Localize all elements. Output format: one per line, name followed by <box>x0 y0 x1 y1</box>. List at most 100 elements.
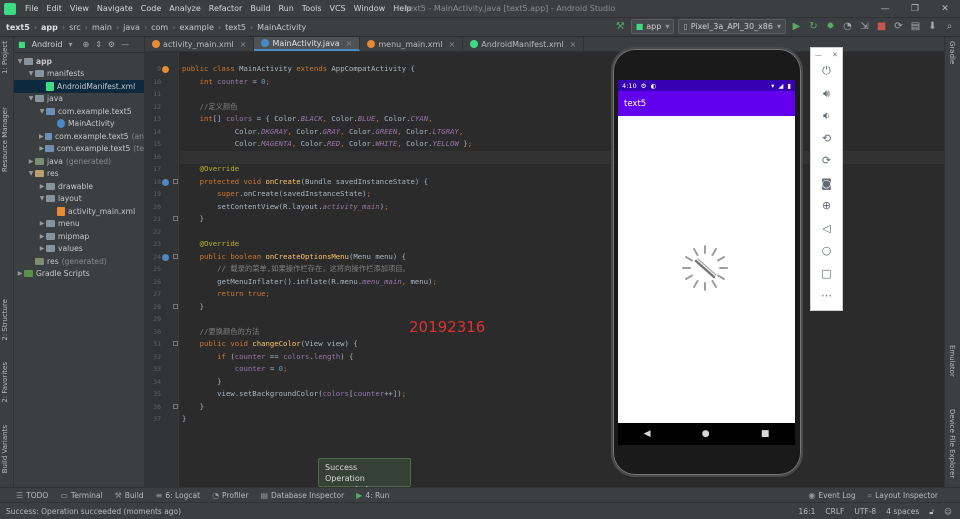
chevron-down-icon[interactable]: ▾ <box>69 40 73 49</box>
tree-item[interactable]: ▶ menu <box>14 218 144 231</box>
code-line[interactable]: if (counter == colors.length) { <box>182 351 353 364</box>
override-icon[interactable] <box>162 178 169 186</box>
home-icon[interactable]: ● <box>702 429 710 439</box>
breadcrumb-item[interactable]: example <box>177 23 215 32</box>
close-tab-icon[interactable]: × <box>449 40 456 49</box>
chevron-down-icon[interactable]: ▼ <box>27 70 35 77</box>
close-tab-icon[interactable]: × <box>570 40 577 49</box>
volume-down-icon[interactable]: 🔉︎ <box>811 105 842 128</box>
close-tab-icon[interactable]: × <box>240 40 247 49</box>
rotate-left-icon[interactable]: ⟲ <box>811 128 842 151</box>
minimize-icon[interactable]: — <box>815 51 822 60</box>
menu-navigate[interactable]: Navigate <box>93 4 137 13</box>
fold-marker-icon[interactable] <box>173 403 178 409</box>
code-line[interactable]: protected void onCreate(Bundle savedInst… <box>182 176 428 189</box>
tool-profiler[interactable]: ◔ Profiler <box>206 491 254 500</box>
code-line[interactable]: // 载录的菜单,如果操作栏存在，这将向操作栏添加项目。 <box>182 263 410 276</box>
minimize-icon[interactable]: — <box>870 0 900 18</box>
line-separator[interactable]: CRLF <box>825 507 844 516</box>
tree-item[interactable]: ▶ com.example.text5 (an <box>14 130 144 143</box>
run-config-select[interactable]: ■ app ▾ <box>630 19 675 34</box>
chevron-right-icon[interactable]: ▶ <box>38 245 46 252</box>
profile-icon[interactable]: ◔ <box>841 20 854 33</box>
run-icon[interactable]: ▶ <box>790 20 803 33</box>
emulator-screen[interactable]: 4:10 ⚙ ◐ ▾ ◢ ▮ text5 <box>618 80 795 423</box>
avd-manager-icon[interactable]: ▤ <box>909 20 922 33</box>
tree-item[interactable]: ▼ java <box>14 93 144 106</box>
file-encoding[interactable]: UTF-8 <box>854 507 876 516</box>
class-marker-icon[interactable] <box>162 66 169 73</box>
tab-gradle[interactable]: Gradle <box>948 41 956 64</box>
code-line[interactable]: super.onCreate(savedInstanceState); <box>182 188 371 201</box>
back-icon[interactable]: ◁ <box>811 218 842 241</box>
override-icon[interactable] <box>162 253 169 261</box>
device-select[interactable]: ▯ Pixel_3a_API_30_x86 ▾ <box>678 19 786 34</box>
gradle-sync-icon[interactable]: ⟳ <box>892 20 905 33</box>
breadcrumb-item[interactable]: text5 <box>4 23 32 32</box>
code-line[interactable]: @Override <box>182 238 240 251</box>
tree-item[interactable]: ▼ app <box>14 55 144 68</box>
tree-item[interactable]: MainActivity <box>14 118 144 131</box>
tree-item[interactable]: ▶ drawable <box>14 180 144 193</box>
tab-device-file-explorer[interactable]: Device File Explorer <box>948 409 956 478</box>
debug-icon[interactable]: ✹ <box>824 20 837 33</box>
editor-tab[interactable]: activity_main.xml × <box>145 37 255 51</box>
status-message[interactable]: Success: Operation succeeded (moments ag… <box>6 507 181 516</box>
chevron-down-icon[interactable]: ▼ <box>16 58 24 65</box>
restore-icon[interactable]: ❐ <box>900 0 930 18</box>
tool-run[interactable]: ▶ 4: Run <box>350 491 395 500</box>
fold-marker-icon[interactable] <box>173 303 178 309</box>
tree-item[interactable]: ▼ manifests <box>14 68 144 81</box>
attach-debugger-icon[interactable]: ⇲ <box>858 20 871 33</box>
menu-tools[interactable]: Tools <box>298 4 326 13</box>
menu-vcs[interactable]: VCS <box>326 4 350 13</box>
tool-todo[interactable]: ☰ TODO <box>10 491 54 500</box>
code-line[interactable]: int[] colors = { Color.BLACK, Color.BLUE… <box>182 113 433 126</box>
menu-edit[interactable]: Edit <box>42 4 66 13</box>
notification-balloon[interactable]: Success Operation succeeded <box>318 458 411 494</box>
tree-item[interactable]: ▼ res <box>14 168 144 181</box>
close-icon[interactable]: ✕ <box>930 0 960 18</box>
tree-item[interactable]: ▶ Gradle Scripts <box>14 268 144 281</box>
fold-marker-icon[interactable] <box>173 178 178 184</box>
tool-terminal[interactable]: ▭ Terminal <box>54 491 108 500</box>
code-line[interactable]: public void changeColor(View view) { <box>182 338 358 351</box>
fold-marker-icon[interactable] <box>173 341 178 346</box>
menu-refactor[interactable]: Refactor <box>205 4 247 13</box>
inspection-icon[interactable]: ☺ <box>944 507 952 516</box>
code-line[interactable]: Color.DKGRAY, Color.GRAY, Color.GREEN, C… <box>182 126 464 139</box>
volume-up-icon[interactable]: 🔊︎ <box>811 83 842 106</box>
breadcrumb-item[interactable]: com <box>149 23 170 32</box>
menu-view[interactable]: View <box>66 4 93 13</box>
back-icon[interactable]: ◀ <box>644 429 651 439</box>
menu-run[interactable]: Run <box>274 4 297 13</box>
menu-window[interactable]: Window <box>350 4 390 13</box>
chevron-down-icon[interactable]: ▼ <box>27 95 35 102</box>
tab-structure[interactable]: 2: Structure <box>1 299 9 341</box>
menu-analyze[interactable]: Analyze <box>165 4 205 13</box>
code-line[interactable]: } <box>182 376 221 389</box>
code-line[interactable]: @Override <box>182 163 240 176</box>
tab-project[interactable]: 1: Project <box>1 41 9 74</box>
power-icon[interactable]: ⏻ <box>811 60 842 83</box>
tab-emulator[interactable]: Emulator <box>948 345 956 377</box>
breadcrumb-item[interactable]: MainActivity <box>255 23 308 32</box>
breadcrumb-item[interactable]: app <box>39 23 60 32</box>
tree-item[interactable]: ▼ com.example.text5 <box>14 105 144 118</box>
code-line[interactable]: //更换颜色的方法 <box>182 326 260 339</box>
code-line[interactable]: Color.MAGENTA, Color.RED, Color.WHITE, C… <box>182 138 472 151</box>
search-icon[interactable]: ⌕ <box>943 20 956 33</box>
project-view-select[interactable]: Android <box>32 40 63 49</box>
chevron-right-icon[interactable]: ▶ <box>38 233 46 240</box>
caret-position[interactable]: 16:1 <box>799 507 816 516</box>
code-line[interactable]: getMenuInflater().inflate(R.menu.menu_ma… <box>182 276 437 289</box>
code-line[interactable]: counter = 0; <box>182 363 288 376</box>
editor-tab[interactable]: AndroidManifest.xml × <box>463 37 585 51</box>
code-line[interactable]: } <box>182 413 186 426</box>
code-line[interactable]: public boolean onCreateOptionsMenu(Menu … <box>182 251 407 264</box>
code-line[interactable]: setContentView(R.layout.activity_main); <box>182 201 388 214</box>
code-line[interactable]: public class MainActivity extends AppCom… <box>182 63 415 76</box>
tab-resource-manager[interactable]: Resource Manager <box>1 107 9 172</box>
tree-item[interactable]: ▶ values <box>14 243 144 256</box>
tree-item[interactable]: AndroidManifest.xml <box>14 80 144 93</box>
